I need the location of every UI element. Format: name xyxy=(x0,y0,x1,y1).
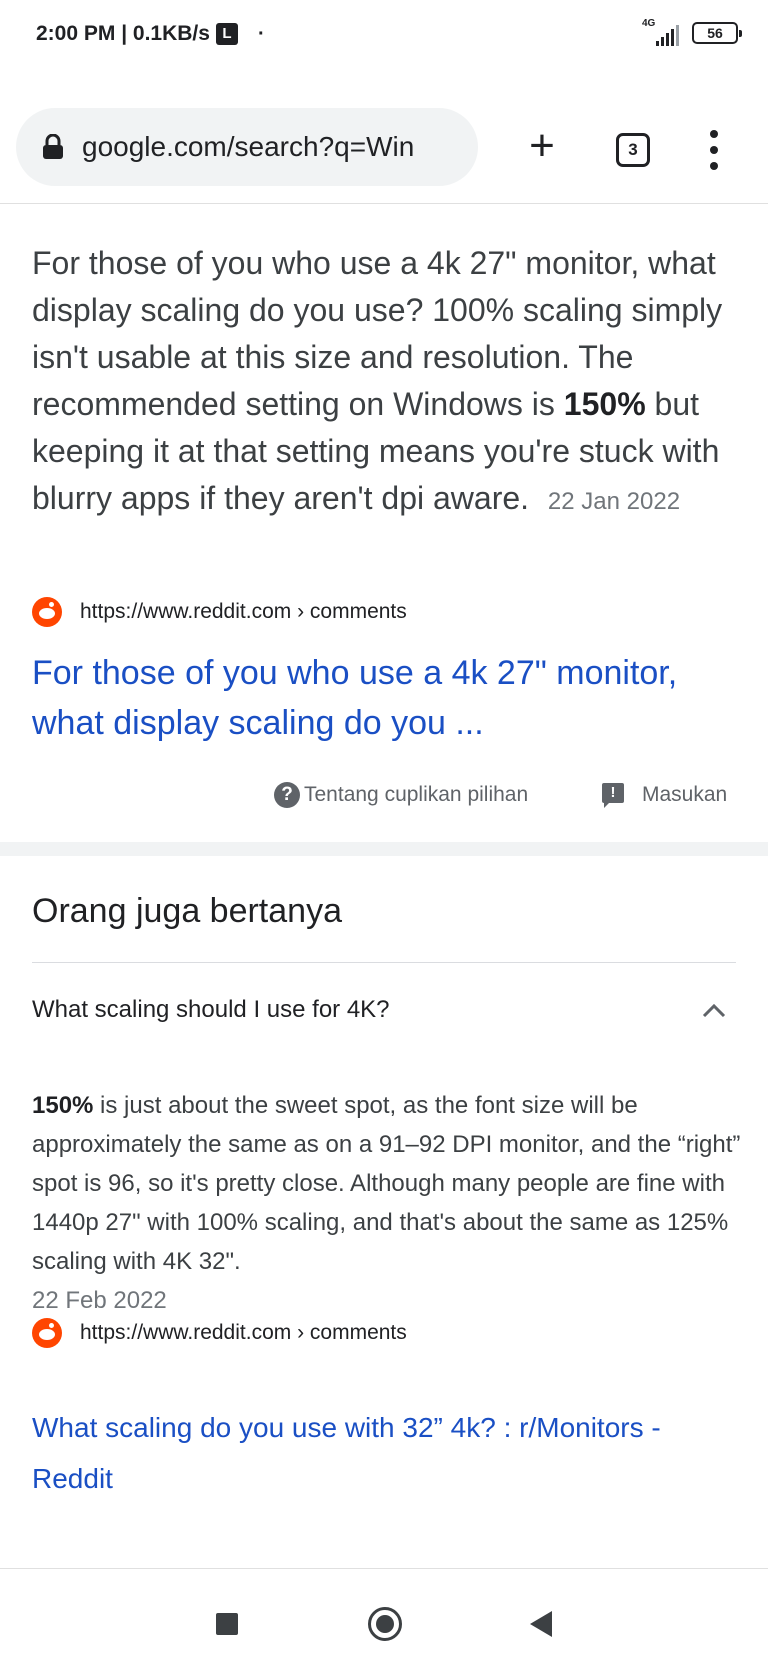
reddit-icon xyxy=(32,1318,62,1348)
lock-icon xyxy=(43,134,63,159)
signal-icon: 4G xyxy=(642,18,684,46)
address-bar[interactable]: google.com/search?q=Win xyxy=(16,108,478,186)
snippet-bold: 150% xyxy=(563,386,646,422)
notification-l-icon: L xyxy=(215,23,238,45)
status-bar: 2:00 PM | 0.1KB/s L · 4G 56 xyxy=(0,0,768,70)
battery-icon: 56 xyxy=(692,22,742,44)
paa-answer-bold: 150% xyxy=(32,1092,94,1119)
paa-answer: 150% is just about the sweet spot, as th… xyxy=(32,1086,747,1320)
result-title-link[interactable]: For those of you who use a 4k 27" monito… xyxy=(32,648,747,748)
paa-source[interactable]: https://www.reddit.com › comments xyxy=(32,1318,407,1348)
section-separator xyxy=(0,842,768,856)
paa-source-url[interactable]: https://www.reddit.com › comments xyxy=(80,1321,407,1345)
paa-question[interactable]: What scaling should I use for 4K? xyxy=(32,996,390,1024)
paa-answer-date: 22 Feb 2022 xyxy=(32,1287,167,1314)
snippet-feedback-row: ? Tentang cuplikan pilihan ! Masukan xyxy=(0,778,768,812)
result-source[interactable]: https://www.reddit.com › comments xyxy=(32,597,407,627)
tab-switcher-button[interactable]: 3 xyxy=(616,133,650,167)
url-text[interactable]: google.com/search?q=Win xyxy=(82,131,414,163)
network-type: 4G xyxy=(642,18,656,29)
paa-answer-text: is just about the sweet spot, as the fon… xyxy=(32,1092,741,1275)
snippet-date: 22 Jan 2022 xyxy=(547,488,681,515)
status-left: 2:00 PM | 0.1KB/s L · xyxy=(36,22,265,46)
overflow-menu-icon[interactable] xyxy=(708,130,720,170)
content-bottom-divider xyxy=(0,1568,768,1569)
toolbar-divider xyxy=(0,203,768,204)
featured-snippet-text: For those of you who use a 4k 27" monito… xyxy=(32,240,747,525)
status-time-speed: 2:00 PM | 0.1KB/s xyxy=(36,22,210,45)
status-right: 4G 56 xyxy=(642,18,742,46)
new-tab-button[interactable]: + xyxy=(520,124,564,170)
notification-dot: · xyxy=(257,22,265,45)
paa-divider xyxy=(32,962,736,963)
result-source-url[interactable]: https://www.reddit.com › comments xyxy=(80,600,407,624)
feedback-link[interactable]: Masukan xyxy=(642,783,727,807)
help-icon[interactable]: ? xyxy=(274,782,300,808)
feedback-icon[interactable]: ! xyxy=(602,783,624,808)
signal-bars xyxy=(656,25,679,46)
people-also-ask-title: Orang juga bertanya xyxy=(32,892,342,930)
recents-icon[interactable] xyxy=(216,1613,238,1635)
chevron-up-icon[interactable] xyxy=(700,1000,728,1020)
navigation-bar xyxy=(0,1570,768,1664)
home-icon[interactable] xyxy=(368,1607,402,1641)
back-icon[interactable] xyxy=(530,1611,552,1637)
about-snippet-link[interactable]: Tentang cuplikan pilihan xyxy=(304,783,528,807)
paa-link[interactable]: What scaling do you use with 32” 4k? : r… xyxy=(32,1402,747,1504)
reddit-icon xyxy=(32,597,62,627)
